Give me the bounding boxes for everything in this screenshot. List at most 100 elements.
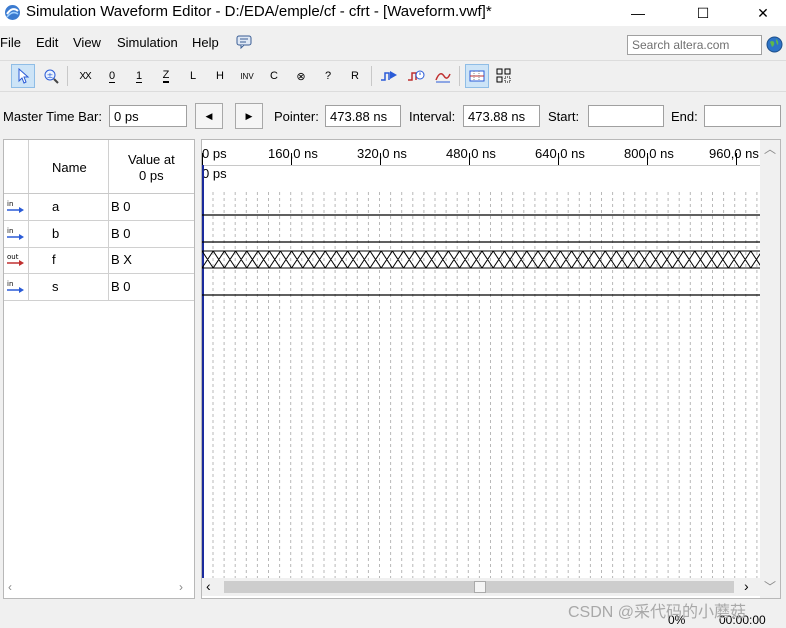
grid-settings-button[interactable]: [492, 64, 516, 88]
forcing-low-button[interactable]: 0: [100, 64, 124, 88]
signal-name: b: [52, 226, 60, 241]
maximize-button[interactable]: ☐: [680, 0, 726, 26]
scroll-up-icon[interactable]: ︿: [764, 140, 776, 157]
svg-text:±: ±: [47, 71, 54, 80]
signal-name: s: [52, 279, 59, 294]
whats-this-icon[interactable]: [236, 35, 252, 49]
snap-to-grid-button[interactable]: [465, 64, 489, 88]
generate-netlist-button[interactable]: [431, 64, 455, 88]
pointer-field[interactable]: 473.88 ns: [325, 105, 401, 127]
watermark: CSDN @采代码的小蘑菇: [568, 604, 747, 621]
scroll-down-icon[interactable]: ﹀: [764, 578, 776, 595]
count-value-button[interactable]: C: [262, 64, 286, 88]
weak-low-button[interactable]: L: [181, 64, 205, 88]
svg-text:in: in: [7, 280, 13, 288]
random-value-icon: ?: [324, 70, 332, 82]
arbitrary-value-icon: R: [351, 70, 359, 82]
snap-to-grid-icon: [469, 70, 485, 82]
scroll-right-icon[interactable]: ›: [744, 578, 749, 594]
invert-icon: INV: [240, 71, 254, 81]
waveform-unknown-signal: [202, 250, 760, 269]
start-field[interactable]: [588, 105, 664, 127]
forcing-unknown-icon: XX: [79, 70, 91, 82]
master-time-bar-label: Master Time Bar:: [3, 109, 102, 124]
menu-edit[interactable]: Edit: [36, 35, 58, 50]
zoom-tool-button[interactable]: ±: [39, 64, 63, 88]
window-title: Simulation Waveform Editor - D:/EDA/empl…: [26, 3, 492, 20]
next-transition-button[interactable]: ▶: [235, 103, 263, 129]
signal-name: a: [52, 199, 60, 214]
weak-low-icon: L: [189, 70, 197, 82]
minimize-button[interactable]: —: [615, 0, 661, 26]
run-timing-sim-button[interactable]: [404, 64, 428, 88]
output-pin-icon: out: [7, 253, 24, 266]
signal-name: f: [52, 252, 56, 267]
end-field[interactable]: [704, 105, 781, 127]
end-label: End:: [671, 109, 698, 124]
high-impedance-icon: Z: [162, 69, 170, 83]
menu-file[interactable]: File: [0, 35, 21, 50]
arbitrary-value-button[interactable]: R: [343, 64, 367, 88]
menu-simulation[interactable]: Simulation: [117, 35, 178, 50]
signal-value: B 0: [111, 199, 131, 214]
zoom-tool-icon: ±: [44, 69, 59, 84]
column-divider: [28, 221, 29, 248]
random-value-button[interactable]: ?: [316, 64, 340, 88]
value-column-header-line1[interactable]: Value at: [128, 152, 175, 167]
signal-row[interactable]: in a B 0: [4, 194, 194, 221]
waveform-hscroll[interactable]: ‹ ›: [202, 578, 760, 596]
toolbar-separator: [459, 66, 460, 86]
invert-button[interactable]: INV: [235, 64, 259, 88]
interval-field[interactable]: 473.88 ns: [463, 105, 540, 127]
column-divider: [108, 194, 109, 221]
start-label: Start:: [548, 109, 580, 124]
signal-row[interactable]: in s B 0: [4, 274, 194, 301]
toolbar-separator: [371, 66, 372, 86]
master-time-bar-field[interactable]: 0 ps: [109, 105, 187, 127]
toolbar-separator: [67, 66, 68, 86]
name-column-header[interactable]: Name: [52, 160, 87, 175]
selection-tool-icon: [18, 68, 30, 84]
input-pin-icon: in: [7, 227, 24, 240]
run-functional-sim-icon: [381, 71, 397, 81]
close-button[interactable]: ✕: [740, 0, 786, 26]
grid-settings-icon: [496, 68, 511, 83]
column-divider: [28, 274, 29, 301]
selection-tool-button[interactable]: [11, 64, 35, 88]
svg-text:in: in: [7, 227, 13, 235]
signal-list-hscroll[interactable]: ‹ ›: [4, 580, 194, 596]
column-divider: [108, 221, 109, 248]
forcing-high-icon: 1: [135, 69, 143, 83]
waveform-vscroll[interactable]: ︿ ﹀: [760, 140, 780, 598]
column-divider: [28, 140, 29, 198]
menu-view[interactable]: View: [73, 35, 101, 50]
pointer-label: Pointer:: [274, 109, 319, 124]
interval-label: Interval:: [409, 109, 456, 124]
search-input[interactable]: Search altera.com: [627, 35, 762, 55]
generate-netlist-icon: [435, 73, 451, 83]
forcing-low-icon: 0: [108, 69, 116, 83]
value-column-header-line2[interactable]: 0 ps: [139, 168, 164, 183]
clock-button[interactable]: ⊗: [289, 64, 313, 88]
forcing-unknown-button[interactable]: XX: [73, 64, 97, 88]
waveform-canvas[interactable]: [202, 140, 760, 578]
column-divider: [28, 194, 29, 221]
input-pin-icon: in: [7, 200, 24, 213]
scroll-left-icon[interactable]: ‹: [206, 578, 211, 594]
signal-value: B X: [111, 252, 132, 267]
forcing-high-button[interactable]: 1: [127, 64, 151, 88]
signal-value: B 0: [111, 226, 131, 241]
high-impedance-button[interactable]: Z: [154, 64, 178, 88]
globe-icon[interactable]: [766, 36, 783, 53]
column-divider: [108, 140, 109, 198]
menu-help[interactable]: Help: [192, 35, 219, 50]
previous-transition-button[interactable]: ◀: [195, 103, 223, 129]
signal-row[interactable]: in b B 0: [4, 221, 194, 248]
weak-high-button[interactable]: H: [208, 64, 232, 88]
scroll-left-icon[interactable]: ‹: [8, 580, 12, 594]
signal-row[interactable]: out f B X: [4, 247, 194, 274]
scroll-thumb[interactable]: [474, 581, 486, 593]
scroll-right-icon[interactable]: ›: [179, 580, 183, 594]
run-functional-sim-button[interactable]: [377, 64, 401, 88]
clock-icon: ⊗: [296, 70, 306, 83]
